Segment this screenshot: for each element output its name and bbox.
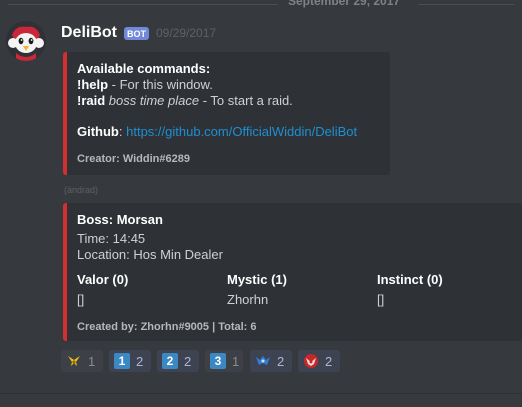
raid-time: Time: 14:45 (77, 231, 146, 246)
raid-location: Location: Hos Min Dealer (77, 247, 223, 262)
raid-arguments: boss time place (105, 93, 200, 108)
help-command-line: !help - For this window. (77, 77, 213, 93)
reaction-count: 1 (88, 353, 96, 369)
edited-label: (ändrad) (64, 185, 99, 195)
github-link[interactable]: https://github.com/OfficialWiddin/DeliBo… (126, 124, 357, 139)
reaction-keycap-2[interactable]: 2 2 (157, 350, 199, 372)
reaction-count: 2 (325, 353, 333, 369)
raid-embed: Boss: Morsan Time: 14:45 Location: Hos M… (63, 203, 522, 341)
keycap-3-icon: 3 (210, 353, 226, 369)
team-instinct-name: Instinct (0) (377, 272, 443, 287)
github-label: Github (77, 124, 119, 139)
reaction-count: 2 (277, 353, 285, 369)
instinct-icon (68, 356, 80, 366)
reaction-keycap-1[interactable]: 1 2 (109, 350, 151, 372)
creator-footer: Creator: Widdin#6289 (77, 153, 190, 165)
reaction-count: 2 (136, 353, 144, 369)
embed-title: Available commands: (77, 61, 211, 76)
bottom-separator (0, 393, 522, 394)
reaction-valor[interactable]: 2 (298, 350, 340, 372)
keycap-2-icon: 2 (162, 353, 178, 369)
team-instinct-members: [] (377, 292, 385, 307)
reaction-count: 1 (232, 353, 240, 369)
raid-command-line: !raid boss time place - To start a raid. (77, 93, 293, 109)
reaction-count: 2 (184, 353, 192, 369)
raid-boss: Boss: Morsan (77, 212, 163, 227)
team-valor-name: Valor (0) (77, 272, 129, 287)
team-valor-members: [] (77, 292, 85, 307)
bot-tag: BOT (124, 26, 149, 40)
raid-command: !raid (77, 93, 106, 108)
raid-description: - To start a raid. (199, 93, 293, 108)
reaction-mystic[interactable]: 2 (250, 350, 292, 372)
commands-embed: Available commands: !help - For this win… (63, 52, 390, 175)
reaction-instinct[interactable]: 1 (61, 350, 103, 372)
team-mystic-name: Mystic (1) (227, 272, 287, 287)
message-header: DeliBot BOT 09/29/2017 (61, 23, 216, 43)
raid-footer: Created by: Zhorhn#9005 | Total: 6 (77, 321, 257, 333)
message-timestamp: 09/29/2017 (156, 26, 217, 40)
delibird-avatar-icon (6, 21, 46, 61)
mystic-icon (256, 356, 270, 365)
reaction-keycap-3[interactable]: 3 1 (205, 350, 243, 372)
chat-window: September 29, 2017 DeliBot BOT 09/29/201… (0, 0, 522, 407)
username[interactable]: DeliBot (61, 24, 117, 42)
date-divider: September 29, 2017 (0, 0, 522, 14)
valor-icon (304, 354, 318, 368)
help-description: - For this window. (108, 77, 213, 92)
help-command: !help (77, 77, 109, 92)
avatar[interactable] (6, 21, 46, 61)
date-divider-label: September 29, 2017 (288, 0, 401, 8)
github-line: Github: https://github.com/OfficialWiddi… (77, 124, 357, 140)
divider-line-left (8, 4, 278, 5)
keycap-1-icon: 1 (114, 353, 130, 369)
team-mystic-members: Zhorhn (227, 292, 269, 307)
divider-line-right (418, 4, 514, 5)
